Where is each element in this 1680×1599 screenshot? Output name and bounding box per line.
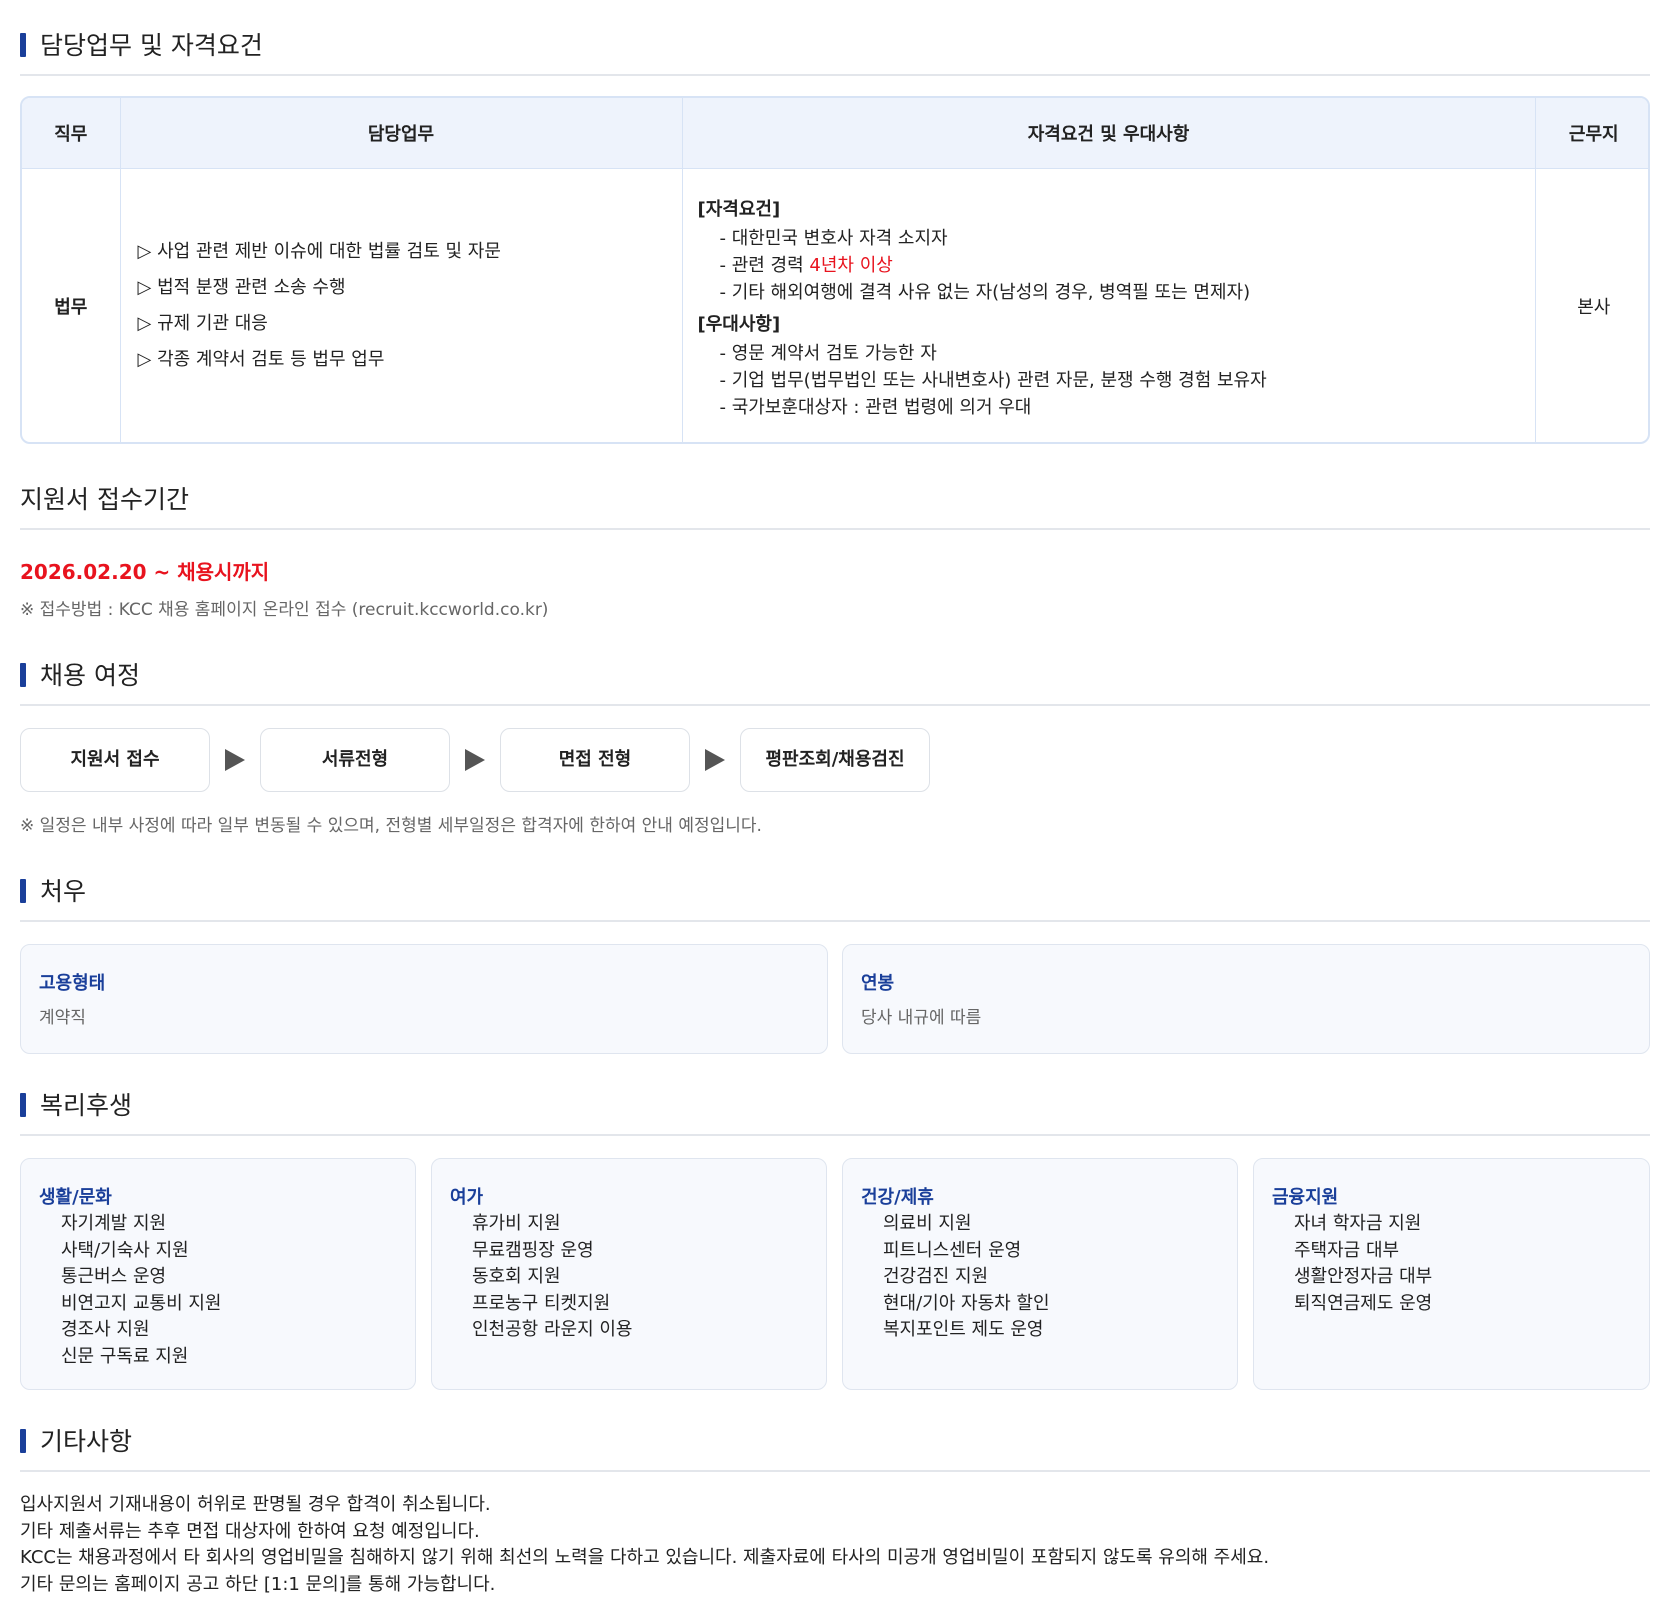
welfare-item: 사택/기숙사 지원	[61, 1239, 189, 1261]
section-marker	[20, 663, 26, 687]
welfare-group-heading: 건강/제휴	[861, 1187, 934, 1208]
etc-line: 입사지원서 기재내용이 허위로 판명될 경우 합격이 취소됩니다.	[20, 1494, 491, 1515]
table-header-row: 직무 담당업무 자격요건 및 우대사항 근무지	[22, 98, 1648, 169]
qualification-text: - 관련 경력	[719, 254, 810, 276]
section-title-etc: 기타사항	[20, 1426, 1650, 1472]
welfare-item: 현대/기아 자동차 할인	[883, 1292, 1050, 1314]
welfare-item: 의료비 지원	[883, 1213, 972, 1234]
welfare-item: 피트니스센터 운영	[883, 1239, 1022, 1261]
welfare-item: 동호회 지원	[472, 1266, 561, 1287]
welfare-item: 생활안정자금 대부	[1294, 1266, 1433, 1287]
welfare-group-heading: 여가	[450, 1187, 484, 1208]
welfare-item: 퇴직연금제도 운영	[1294, 1292, 1433, 1314]
duty-item: ▷ 규제 기관 대응	[137, 312, 268, 334]
salary-label: 연봉	[861, 973, 895, 994]
section-title-duty: 담당업무 및 자격요건	[20, 30, 1650, 76]
section-title-text: 채용 여정	[40, 661, 140, 690]
qualification-item: - 대한민국 변호사 자격 소지자	[719, 227, 948, 249]
preference-item: - 영문 계약서 검토 가능한 자	[719, 342, 937, 364]
employment-type-card: 고용형태 계약직	[20, 944, 828, 1054]
welfare-item: 비연고지 교통비 지원	[61, 1292, 222, 1314]
etc-line: 기타 제출서류는 추후 면접 대상자에 한하여 요청 예정입니다.	[20, 1520, 480, 1542]
section-title-treatment: 처우	[20, 876, 1650, 922]
header-qualification: 자격요건 및 우대사항	[682, 98, 1536, 169]
cell-location: 본사	[1577, 296, 1611, 318]
welfare-card-leisure: 여가 휴가비 지원 무료캠핑장 운영 동호회 지원 프로농구 티켓지원 인천공항…	[431, 1158, 827, 1390]
etc-line: 기타 문의는 홈페이지 공고 하단 [1:1 문의]를 통해 가능합니다.	[20, 1573, 496, 1595]
section-title-text: 복리후생	[40, 1091, 133, 1120]
welfare-group-heading: 생활/문화	[39, 1187, 112, 1208]
welfare-item: 통근버스 운영	[61, 1266, 167, 1287]
table-row: 법무 ▷ 사업 관련 제반 이슈에 대한 법률 검토 및 자문 ▷ 법적 분쟁 …	[22, 168, 1648, 442]
welfare-item: 휴가비 지원	[472, 1213, 561, 1234]
section-marker	[20, 1429, 26, 1453]
employment-type-value: 계약직	[39, 1008, 86, 1028]
duty-item: ▷ 각종 계약서 검토 등 법무 업무	[137, 348, 385, 370]
section-title-text: 처우	[40, 877, 87, 906]
header-location: 근무지	[1535, 98, 1648, 169]
welfare-group-heading: 금융지원	[1272, 1187, 1339, 1208]
welfare-item: 인천공항 라운지 이용	[472, 1319, 633, 1340]
qualification-heading: [자격요건]	[697, 198, 781, 220]
welfare-card-health: 건강/제휴 의료비 지원 피트니스센터 운영 건강검진 지원 현대/기아 자동차…	[842, 1158, 1238, 1390]
cell-duties: ▷ 사업 관련 제반 이슈에 대한 법률 검토 및 자문 ▷ 법적 분쟁 관련 …	[120, 168, 683, 442]
salary-card: 연봉 당사 내규에 따름	[842, 944, 1650, 1054]
section-title-text: 기타사항	[40, 1427, 133, 1456]
step-application: 지원서 접수	[20, 728, 210, 792]
duty-item: ▷ 법적 분쟁 관련 소송 수행	[137, 276, 346, 298]
welfare-item: 자녀 학자금 지원	[1294, 1213, 1422, 1234]
welfare-item: 자기계발 지원	[61, 1213, 167, 1234]
arrow-right-icon	[705, 749, 725, 771]
welfare-item: 건강검진 지원	[883, 1266, 989, 1287]
welfare-item: 복지포인트 제도 운영	[883, 1319, 1044, 1340]
preference-item: - 기업 법무(법무법인 또는 사내변호사) 관련 자문, 분쟁 수행 경험 보…	[719, 369, 1267, 391]
qualification-item: - 기타 해외여행에 결격 사유 없는 자(남성의 경우, 병역필 또는 면제자…	[719, 281, 1251, 303]
step-interview: 면접 전형	[500, 728, 690, 792]
application-method-note: ※ 접수방법 : KCC 채용 홈페이지 온라인 접수 (recruit.kcc…	[20, 600, 549, 620]
etc-line: KCC는 채용과정에서 타 회사의 영업비밀을 침해하지 않기 위해 최선의 노…	[20, 1547, 1270, 1568]
step-reference-check: 평판조회/채용검진	[740, 728, 930, 792]
salary-value: 당사 내규에 따름	[861, 1008, 982, 1028]
welfare-item: 프로농구 티켓지원	[472, 1292, 611, 1314]
welfare-item: 신문 구독료 지원	[61, 1345, 189, 1367]
section-marker	[20, 1093, 26, 1117]
section-title-welfare: 복리후생	[20, 1090, 1650, 1136]
section-marker	[20, 33, 26, 57]
preference-heading: [우대사항]	[697, 313, 781, 335]
job-posting-page: 담당업무 및 자격요건 직무 담당업무 자격요건 및 우대사항 근무지 법무 ▷…	[0, 0, 1680, 1599]
section-title-text: 지원서 접수기간	[20, 485, 189, 514]
welfare-item: 주택자금 대부	[1294, 1239, 1400, 1261]
job-table: 직무 담당업무 자격요건 및 우대사항 근무지 법무 ▷ 사업 관련 제반 이슈…	[20, 96, 1650, 444]
welfare-card-finance: 금융지원 자녀 학자금 지원 주택자금 대부 생활안정자금 대부 퇴직연금제도 …	[1253, 1158, 1650, 1390]
welfare-item: 무료캠핑장 운영	[472, 1239, 594, 1261]
qualification-item: - 관련 경력 4년차 이상	[698, 252, 1534, 279]
section-title-period: 지원서 접수기간	[20, 484, 1650, 530]
step-document: 서류전형	[260, 728, 450, 792]
arrow-right-icon	[465, 749, 485, 771]
arrow-right-icon	[225, 749, 245, 771]
section-title-process: 채용 여정	[20, 660, 1650, 706]
experience-highlight: 4년차 이상	[809, 254, 893, 276]
header-duty: 담당업무	[120, 98, 683, 169]
employment-type-label: 고용형태	[39, 973, 106, 994]
welfare-item: 경조사 지원	[61, 1319, 150, 1340]
welfare-card-life: 생활/문화 자기계발 지원 사택/기숙사 지원 통근버스 운영 비연고지 교통비…	[20, 1158, 416, 1390]
preference-item: - 국가보훈대상자 : 관련 법령에 의거 우대	[719, 396, 1032, 418]
etc-notes: 입사지원서 기재내용이 허위로 판명될 경우 합격이 취소됩니다. 기타 제출서…	[20, 1492, 1269, 1598]
section-title-text: 담당업무 및 자격요건	[40, 31, 263, 60]
header-role: 직무	[22, 98, 121, 169]
schedule-note: ※ 일정은 내부 사정에 따라 일부 변동될 수 있으며, 전형별 세부일정은 …	[20, 816, 762, 836]
cell-qualification: [자격요건] - 대한민국 변호사 자격 소지자 - 관련 경력 4년차 이상 …	[682, 168, 1536, 442]
section-marker	[20, 879, 26, 903]
duty-item: ▷ 사업 관련 제반 이슈에 대한 법률 검토 및 자문	[137, 240, 501, 262]
cell-role: 법무	[22, 168, 121, 442]
application-period: 2026.02.20 ~ 채용시까지	[20, 560, 270, 584]
